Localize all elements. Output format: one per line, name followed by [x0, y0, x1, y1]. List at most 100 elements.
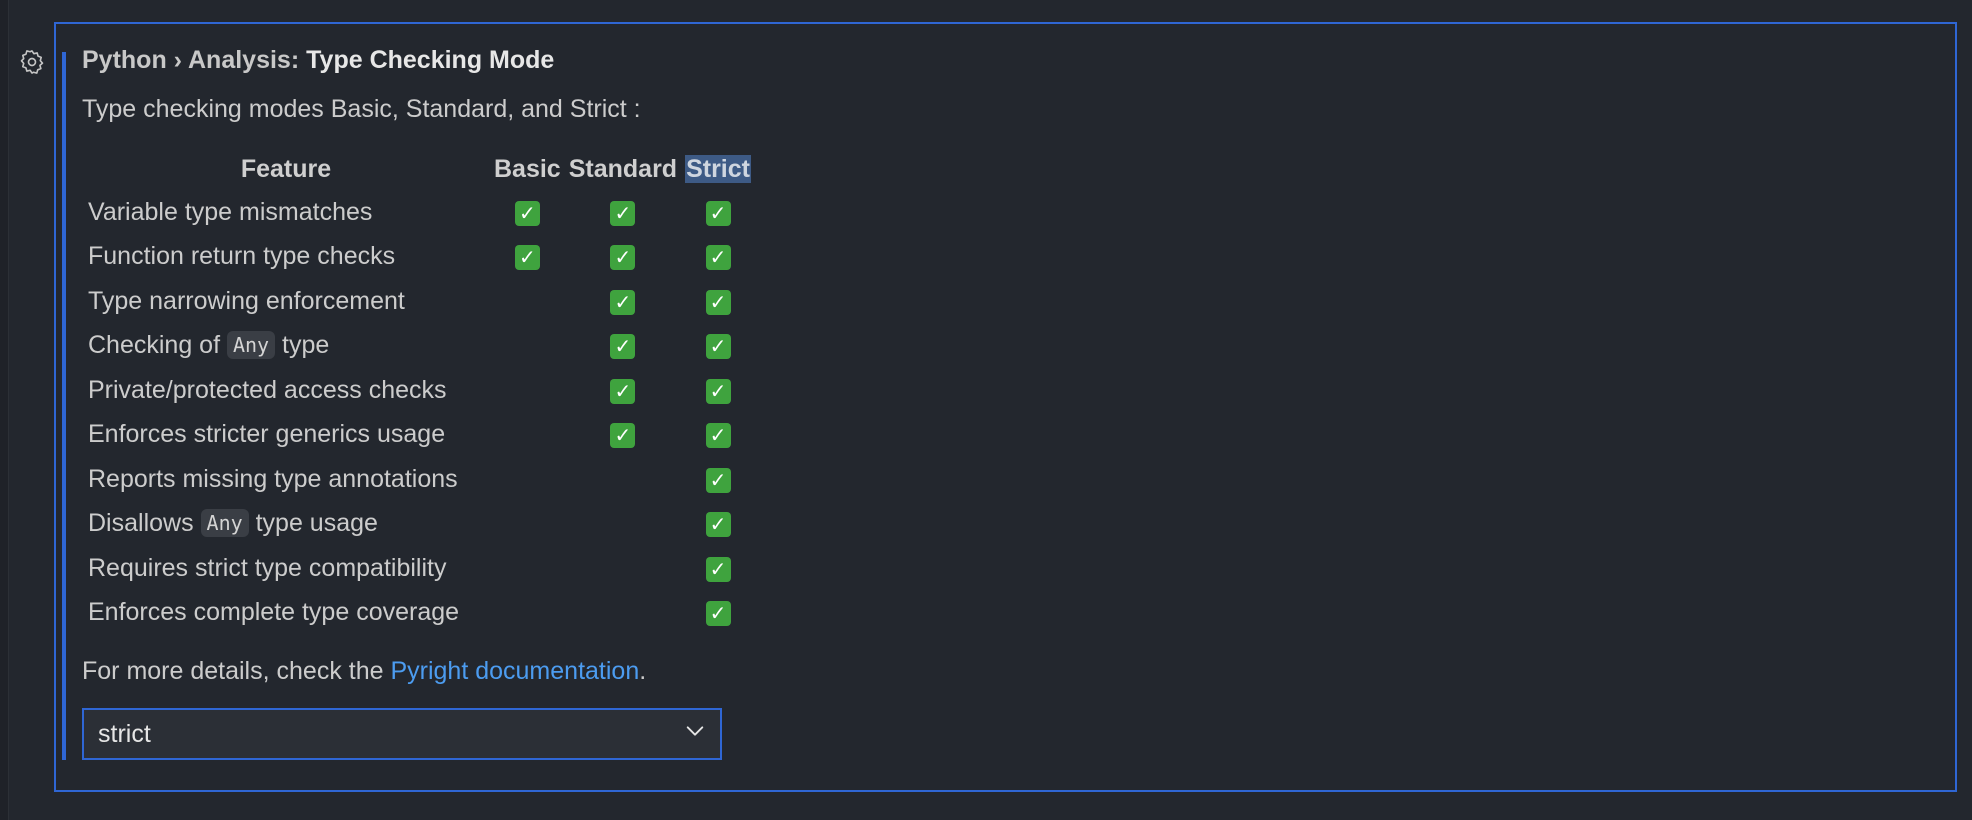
gear-icon[interactable]	[15, 45, 49, 79]
basic-cell	[490, 591, 565, 636]
strict-cell: ✓	[681, 190, 755, 235]
standard-cell: ✓	[565, 190, 681, 235]
inline-code: Any	[226, 331, 276, 360]
standard-cell	[565, 546, 681, 591]
table-row: Enforces stricter generics usage ✓ ✓	[82, 413, 755, 458]
feature-label: Enforces complete type coverage	[88, 598, 460, 627]
basic-cell	[490, 279, 565, 324]
focus-indicator	[62, 52, 66, 760]
strict-cell: ✓	[681, 413, 755, 458]
basic-cell	[490, 457, 565, 502]
strict-cell: ✓	[681, 368, 755, 413]
strict-cell: ✓	[681, 457, 755, 502]
feature-cell: Variable type mismatches	[82, 190, 490, 235]
check-mark-icon: ✓	[610, 378, 636, 404]
mode-comparison-table: Feature Basic Standard Strict Variable t…	[82, 148, 755, 635]
basic-cell: ✓	[490, 190, 565, 235]
type-checking-mode-select[interactable]: strict	[82, 708, 722, 760]
check-mark-icon: ✓	[514, 200, 540, 226]
basic-cell	[490, 413, 565, 458]
check-mark-icon: ✓	[610, 289, 636, 315]
check-mark-icon: ✓	[705, 200, 731, 226]
feature-label: Enforces stricter generics usage	[88, 420, 446, 449]
inline-code: Any	[200, 509, 249, 538]
check-mark-icon: ✓	[705, 556, 731, 582]
basic-cell	[490, 502, 565, 547]
basic-cell	[490, 546, 565, 591]
feature-label: Requires strict type compatibility	[88, 553, 447, 582]
feature-label: Private/protected access checks	[88, 375, 447, 404]
table-row: Checking of Any type ✓ ✓	[82, 324, 755, 369]
setting-description: Type checking modes Basic, Standard, and…	[82, 95, 641, 123]
table-row: Disallows Any type usage ✓	[82, 502, 755, 547]
selected-text-highlight: Strict	[685, 154, 751, 183]
check-mark-icon: ✓	[705, 378, 731, 404]
basic-cell	[490, 368, 565, 413]
table-row: Reports missing type annotations ✓	[82, 457, 755, 502]
check-mark-icon: ✓	[610, 245, 636, 271]
standard-cell	[565, 457, 681, 502]
standard-cell	[565, 591, 681, 636]
feature-cell: Function return type checks	[82, 235, 490, 280]
feature-cell: Requires strict type compatibility	[82, 546, 490, 591]
feature-label: Type narrowing enforcement	[88, 286, 405, 315]
chevron-down-icon	[684, 720, 706, 749]
table-row: Private/protected access checks ✓ ✓	[82, 368, 755, 413]
feature-cell: Enforces stricter generics usage	[82, 413, 490, 458]
select-value: strict	[98, 719, 151, 748]
feature-label: Variable type mismatches	[88, 197, 373, 226]
pyright-documentation-link[interactable]: Pyright documentation	[390, 657, 639, 685]
strict-cell: ✓	[681, 324, 755, 369]
check-mark-icon: ✓	[705, 289, 731, 315]
table-row: Type narrowing enforcement ✓ ✓	[82, 279, 755, 324]
check-mark-icon: ✓	[610, 334, 636, 360]
check-mark-icon: ✓	[705, 423, 731, 449]
feature-cell: Checking of Any type	[82, 324, 490, 369]
column-header-basic: Basic	[494, 154, 561, 183]
more-details-suffix: .	[639, 657, 647, 685]
table-row: Enforces complete type coverage ✓	[82, 591, 755, 636]
table-row: Requires strict type compatibility ✓	[82, 546, 755, 591]
strict-cell: ✓	[681, 591, 755, 636]
strict-cell: ✓	[681, 502, 755, 547]
table-header-row: Feature Basic Standard Strict	[82, 148, 755, 190]
feature-label: Checking of	[88, 331, 227, 360]
strict-cell: ✓	[681, 235, 755, 280]
check-mark-icon: ✓	[705, 467, 731, 493]
check-mark-icon: ✓	[705, 512, 731, 538]
feature-label-suffix: type	[275, 331, 330, 360]
column-header-strict: Strict	[681, 148, 755, 190]
check-mark-icon: ✓	[514, 245, 540, 271]
standard-cell: ✓	[565, 413, 681, 458]
standard-cell: ✓	[565, 368, 681, 413]
check-mark-icon: ✓	[610, 423, 636, 449]
editor-gutter	[0, 0, 9, 820]
table-row: Variable type mismatches ✓ ✓ ✓	[82, 190, 755, 235]
check-mark-icon: ✓	[610, 200, 636, 226]
standard-cell: ✓	[565, 279, 681, 324]
strict-cell: ✓	[681, 546, 755, 591]
more-details-prefix: For more details, check the	[82, 657, 391, 685]
feature-label: Reports missing type annotations	[88, 464, 458, 493]
setting-title: Python › Analysis: Type Checking Mode	[82, 46, 554, 75]
standard-cell: ✓	[565, 324, 681, 369]
check-mark-icon: ✓	[705, 334, 731, 360]
feature-label: Disallows	[88, 509, 201, 538]
check-mark-icon: ✓	[705, 245, 731, 271]
column-header-standard: Standard	[568, 154, 678, 183]
column-header-feature: Feature	[240, 154, 332, 183]
basic-cell: ✓	[490, 235, 565, 280]
strict-cell: ✓	[681, 279, 755, 324]
standard-cell: ✓	[565, 235, 681, 280]
standard-cell	[565, 502, 681, 547]
feature-cell: Type narrowing enforcement	[82, 279, 490, 324]
feature-label-suffix: type usage	[248, 509, 378, 538]
more-details-text: For more details, check the Pyright docu…	[82, 657, 646, 686]
check-mark-icon: ✓	[705, 601, 731, 627]
basic-cell	[490, 324, 565, 369]
feature-cell: Reports missing type annotations	[82, 457, 490, 502]
feature-label: Function return type checks	[88, 242, 396, 271]
feature-cell: Disallows Any type usage	[82, 502, 490, 547]
feature-cell: Enforces complete type coverage	[82, 591, 490, 636]
table-row: Function return type checks ✓ ✓ ✓	[82, 235, 755, 280]
